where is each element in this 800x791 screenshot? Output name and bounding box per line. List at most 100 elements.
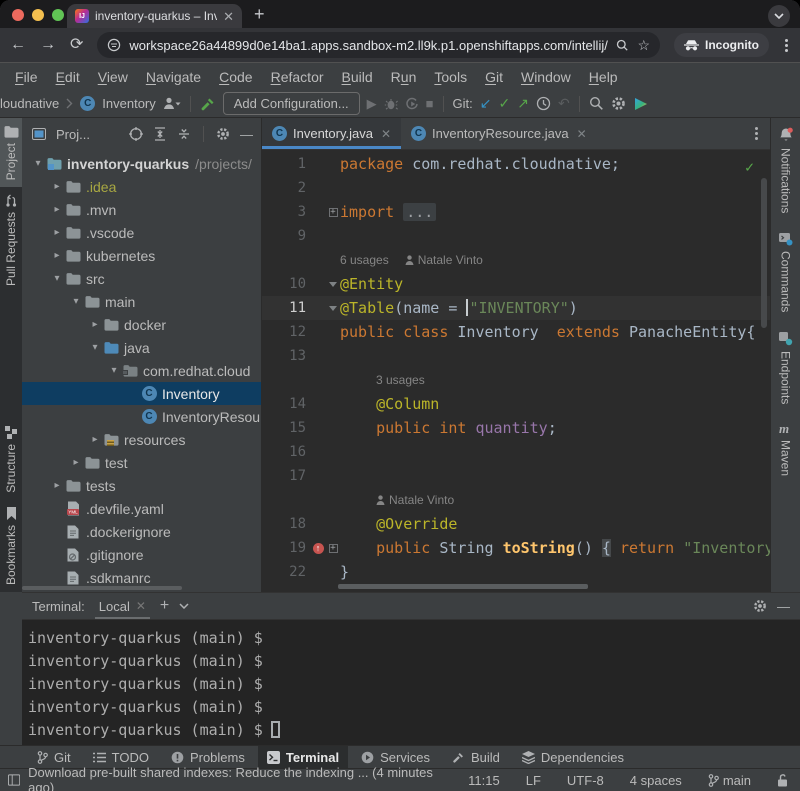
tab-search-button[interactable]	[768, 5, 790, 27]
terminal-dropdown-icon[interactable]	[179, 603, 189, 609]
tree-item-src[interactable]: ▾src	[22, 267, 261, 290]
code-text[interactable]: public String toString() { return "Inven…	[340, 539, 770, 557]
tree-item-label[interactable]: resources	[124, 432, 185, 448]
address-bar[interactable]: workspace26a44899d0e14ba1.apps.sandbox-m…	[97, 32, 660, 58]
menu-edit[interactable]: Edit	[47, 69, 89, 85]
tree-item-label[interactable]: tests	[86, 478, 116, 494]
tree-item-tests[interactable]: ▸tests	[22, 474, 261, 497]
code-text[interactable]: @Table(name = "INVENTORY")	[340, 299, 578, 317]
chevron-right-icon[interactable]: ▸	[49, 227, 65, 238]
code-line-14[interactable]: 14 @Column	[262, 392, 770, 416]
menu-navigate[interactable]: Navigate	[137, 69, 210, 85]
collapse-all-icon[interactable]	[177, 127, 191, 141]
tree-item-.devfile.yaml[interactable]: YML.devfile.yaml	[22, 497, 261, 520]
inlay-hint[interactable]: 6 usagesNatale Vinto	[340, 248, 770, 272]
tree-item-main[interactable]: ▾main	[22, 290, 261, 313]
chevron-right-icon[interactable]: ▸	[68, 457, 84, 468]
fold-open-icon[interactable]	[326, 282, 340, 287]
stripe-project[interactable]: Project	[0, 118, 22, 187]
indent-indicator[interactable]: 4 spaces	[630, 773, 682, 788]
new-terminal-button[interactable]: +	[160, 598, 169, 614]
tree-item-.vscode[interactable]: ▸ .vscode	[22, 221, 261, 244]
rollback-icon[interactable]: ↶	[558, 95, 570, 112]
terminal-tab-local[interactable]: Local ✕	[95, 593, 150, 619]
stripe-bookmarks[interactable]: Bookmarks	[0, 500, 22, 592]
menu-refactor[interactable]: Refactor	[262, 69, 333, 85]
code-text[interactable]: }	[340, 563, 349, 581]
tree-item-label[interactable]: .devfile.yaml	[86, 501, 164, 517]
editor-tab-label[interactable]: InventoryResource.java	[432, 126, 569, 141]
code-text[interactable]: import ...	[340, 203, 436, 221]
debug-icon[interactable]	[384, 97, 398, 111]
line-ending-indicator[interactable]: LF	[526, 773, 541, 788]
browser-menu-button[interactable]	[783, 39, 790, 52]
editor-tab-label[interactable]: Inventory.java	[293, 126, 373, 141]
tree-item-inventoryresou[interactable]: CInventoryResou	[22, 405, 261, 428]
inlay-hint[interactable]: Natale Vinto	[376, 488, 770, 512]
code-line-10[interactable]: 10@Entity	[262, 272, 770, 296]
tree-item-label[interactable]: .idea	[86, 179, 116, 195]
terminal-prompt-line[interactable]: inventory-quarkus (main) $	[28, 695, 800, 718]
run-icon[interactable]: ▶	[367, 96, 377, 112]
code-line-9[interactable]: 9	[262, 224, 770, 248]
tree-item-inventory[interactable]: CInventory	[22, 382, 261, 405]
terminal-prompt-line[interactable]: inventory-quarkus (main) $	[28, 626, 800, 649]
stripe-commands[interactable]: Commands	[778, 222, 793, 321]
browser-tab[interactable]: IJ inventory-quarkus – Inventor ✕	[67, 4, 242, 28]
terminal-prompt-line[interactable]: inventory-quarkus (main) $	[28, 649, 800, 672]
tree-item-label[interactable]: Inventory	[162, 386, 220, 402]
stripe-structure[interactable]: Structure	[0, 419, 22, 500]
minimize-window-button[interactable]	[32, 9, 44, 21]
tree-item-label[interactable]: inventory-quarkus	[67, 156, 189, 172]
code-text[interactable]: @Column	[340, 395, 439, 413]
chevron-right-icon[interactable]: ▸	[49, 250, 65, 261]
history-icon[interactable]	[536, 96, 551, 111]
new-tab-button[interactable]: +	[254, 4, 265, 25]
menu-build[interactable]: Build	[333, 69, 382, 85]
inlay-hint[interactable]: 3 usages	[376, 368, 770, 392]
settings-gear-icon[interactable]	[611, 96, 626, 111]
code-line-1[interactable]: 1package com.redhat.cloudnative;	[262, 152, 770, 176]
tree-item-.mvn[interactable]: ▸.mvn	[22, 198, 261, 221]
git-branch-indicator[interactable]: main	[708, 773, 751, 788]
tree-item-label[interactable]: .gitignore	[86, 547, 144, 563]
code-line-12[interactable]: 12public class Inventory extends Panache…	[262, 320, 770, 344]
tree-item-label[interactable]: .dockerignore	[86, 524, 171, 540]
stripe-maven[interactable]: mMaven	[778, 413, 793, 485]
zoom-window-button[interactable]	[52, 9, 64, 21]
menu-run[interactable]: Run	[382, 69, 426, 85]
code-line-3[interactable]: 3+import ...	[262, 200, 770, 224]
hide-terminal-icon[interactable]: —	[777, 600, 790, 613]
menu-window[interactable]: Window	[512, 69, 580, 85]
rerun-icon[interactable]	[405, 97, 419, 111]
breadcrumb-project[interactable]: loudnative	[0, 96, 59, 111]
chevron-right-icon[interactable]: ▸	[87, 319, 103, 330]
tree-item-label[interactable]: docker	[124, 317, 166, 333]
close-terminal-tab-icon[interactable]: ✕	[136, 599, 146, 613]
branch-name[interactable]: main	[723, 773, 751, 788]
stripe-endpoints[interactable]: Endpoints	[778, 322, 793, 413]
tree-item-label[interactable]: .vscode	[86, 225, 134, 241]
menu-help[interactable]: Help	[580, 69, 627, 85]
chevron-down-icon[interactable]: ▾	[87, 342, 103, 353]
editor-tab-inventory[interactable]: C Inventory.java ✕	[262, 118, 401, 149]
author-inlay[interactable]: Natale Vinto	[405, 253, 483, 267]
tree-item-com.redhat.cloud[interactable]: ▾com.redhat.cloud	[22, 359, 261, 382]
code-line-22[interactable]: 22}	[262, 560, 770, 584]
close-tab-icon[interactable]: ✕	[223, 10, 234, 23]
terminal-tab-label[interactable]: Local	[99, 599, 130, 614]
tree-item-.gitignore[interactable]: .gitignore	[22, 543, 261, 566]
chevron-down-icon[interactable]: ▾	[106, 365, 122, 376]
zoom-page-icon[interactable]	[616, 39, 629, 52]
stripe-notifications[interactable]: Notifications	[778, 118, 794, 222]
git-commit-icon[interactable]: ✓	[499, 95, 511, 112]
user-dropdown-icon[interactable]	[163, 97, 181, 110]
code-line-11[interactable]: 11@Table(name = "INVENTORY")	[262, 296, 770, 320]
code-line-16[interactable]: 16	[262, 440, 770, 464]
tree-horizontal-scrollbar[interactable]	[22, 586, 182, 590]
encoding-indicator[interactable]: UTF-8	[567, 773, 604, 788]
menu-code[interactable]: Code	[210, 69, 261, 85]
code-line-15[interactable]: 15 public int quantity;	[262, 416, 770, 440]
code-line-19[interactable]: 19↑+ public String toString() { return "…	[262, 536, 770, 560]
fold-open-icon[interactable]	[326, 306, 340, 311]
